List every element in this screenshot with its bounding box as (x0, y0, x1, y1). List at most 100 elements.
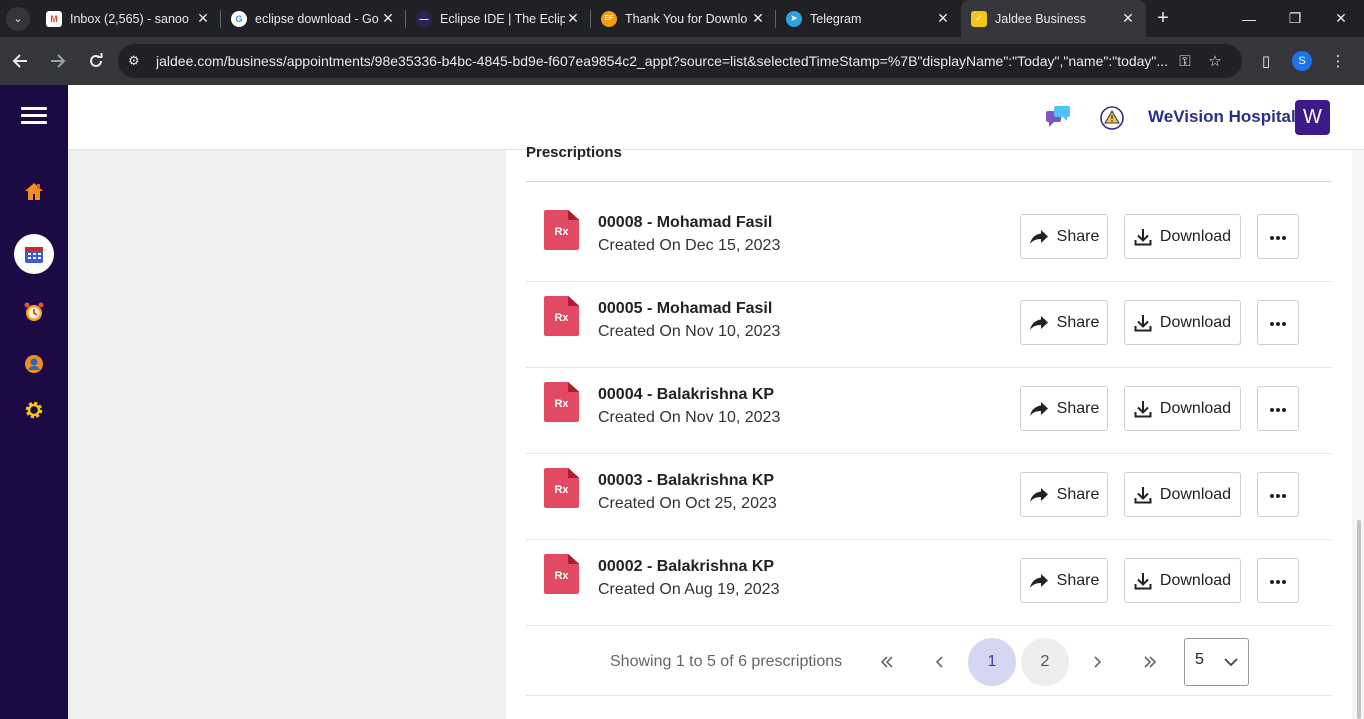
url-text: jaldee.com/business/appointments/98e3533… (156, 53, 1169, 69)
share-label: Share (1056, 485, 1100, 503)
download-label: Download (1159, 399, 1232, 417)
back-arrow-icon[interactable] (2, 43, 38, 79)
download-button[interactable]: Download (1124, 558, 1241, 603)
browser-tab-thankyou[interactable]: EF Thank You for Downlo ✕ (591, 0, 776, 37)
more-horizontal-icon (1269, 486, 1287, 504)
key-icon[interactable]: ⚿ (1170, 53, 1200, 70)
browser-tab-eclipse[interactable]: — Eclipse IDE | The Eclip ✕ (406, 0, 591, 37)
prescription-created-date: Created On Oct 25, 2023 (598, 495, 777, 512)
alert-notification-icon[interactable] (1099, 105, 1125, 136)
browser-tab-gmail[interactable]: M Inbox (2,565) - sanoo ✕ (36, 0, 221, 37)
scrollbar-thumb[interactable] (1357, 520, 1361, 719)
share-icon (1029, 229, 1049, 245)
minimize-icon[interactable]: — (1226, 0, 1272, 37)
side-panel-icon[interactable]: ▯ (1248, 52, 1284, 70)
home-icon[interactable] (0, 181, 68, 203)
prescription-row[interactable]: Rx 00005 - Mohamad Fasil Created On Nov … (526, 282, 1331, 368)
rx-label: Rx (554, 398, 569, 410)
more-options-button[interactable] (1257, 214, 1299, 259)
more-options-button[interactable] (1257, 558, 1299, 603)
profile-avatar[interactable]: S (1292, 51, 1312, 71)
more-options-button[interactable] (1257, 472, 1299, 517)
eclipse-icon: — (416, 10, 432, 27)
last-page-icon[interactable] (1126, 638, 1174, 686)
next-page-icon[interactable] (1073, 638, 1121, 686)
more-horizontal-icon (1269, 572, 1287, 590)
telegram-icon: ➤ (786, 10, 802, 27)
new-tab-plus-icon[interactable]: + (1146, 0, 1180, 37)
share-button[interactable]: Share (1020, 386, 1108, 431)
more-horizontal-icon (1269, 314, 1287, 332)
close-icon[interactable]: ✕ (935, 10, 951, 27)
close-window-icon[interactable]: ✕ (1318, 0, 1364, 37)
calendar-icon (14, 234, 54, 274)
user-profile-icon[interactable] (0, 353, 68, 375)
jaldee-icon: ✓ (971, 10, 987, 27)
alarm-clock-icon[interactable] (0, 301, 68, 323)
browser-tab-google[interactable]: G eclipse download - Go ✕ (221, 0, 406, 37)
close-icon[interactable]: ✕ (565, 10, 581, 27)
forward-arrow-icon[interactable] (40, 43, 76, 79)
prescription-title: 00008 - Mohamad Fasil (598, 214, 773, 231)
prescription-created-date: Created On Dec 15, 2023 (598, 237, 781, 254)
close-icon[interactable]: ✕ (195, 10, 211, 27)
prescription-created-date: Created On Nov 10, 2023 (598, 323, 781, 340)
rx-label: Rx (554, 226, 569, 238)
prescription-row[interactable]: Rx 00004 - Balakrishna KP Created On Nov… (526, 368, 1331, 454)
prescription-row[interactable]: Rx 00008 - Mohamad Fasil Created On Dec … (526, 196, 1331, 282)
download-button[interactable]: Download (1124, 472, 1241, 517)
first-page-icon[interactable] (863, 638, 911, 686)
tab-title: eclipse download - Go (255, 11, 379, 26)
more-horizontal-icon (1269, 228, 1287, 246)
rx-document-icon: Rx (544, 382, 579, 422)
chat-icon[interactable] (1045, 105, 1071, 134)
tab-title: Inbox (2,565) - sanoo (70, 11, 189, 26)
more-options-button[interactable] (1257, 386, 1299, 431)
share-button[interactable]: Share (1020, 472, 1108, 517)
hospital-name[interactable]: WeVision Hospital (1148, 107, 1296, 127)
address-bar[interactable]: ⚙ jaldee.com/business/appointments/98e35… (118, 44, 1242, 78)
prescription-title: 00003 - Balakrishna KP (598, 472, 775, 489)
tab-search-button[interactable]: ⌄ (0, 0, 36, 37)
browser-tabstrip: ⌄ M Inbox (2,565) - sanoo ✕ G eclipse do… (0, 0, 1364, 37)
download-button[interactable]: Download (1124, 214, 1241, 259)
prescription-created-date: Created On Nov 10, 2023 (598, 409, 781, 426)
section-title: Prescriptions (526, 144, 622, 161)
download-button[interactable]: Download (1124, 386, 1241, 431)
chevron-down-icon: ⌄ (6, 6, 30, 31)
hamburger-menu-icon[interactable] (0, 103, 68, 128)
prev-page-icon[interactable] (916, 638, 964, 686)
sidebar-item-appointments[interactable] (0, 234, 68, 274)
browser-tab-jaldee[interactable]: ✓ Jaldee Business ✕ (961, 0, 1146, 37)
restore-icon[interactable]: ❐ (1272, 0, 1318, 37)
prescription-title: 00005 - Mohamad Fasil (598, 300, 773, 317)
share-button[interactable]: Share (1020, 214, 1108, 259)
share-button[interactable]: Share (1020, 558, 1108, 603)
page-1-button[interactable]: 1 (968, 638, 1016, 686)
star-icon[interactable]: ☆ (1200, 52, 1230, 70)
download-icon (1134, 486, 1152, 504)
pagination: Showing 1 to 5 of 6 prescriptions 1 2 5 (526, 638, 1331, 696)
share-label: Share (1056, 227, 1100, 245)
page-2-button[interactable]: 2 (1021, 638, 1069, 686)
close-icon[interactable]: ✕ (750, 10, 766, 27)
settings-gear-icon[interactable] (0, 399, 68, 421)
share-button[interactable]: Share (1020, 300, 1108, 345)
prescription-row[interactable]: Rx 00003 - Balakrishna KP Created On Oct… (526, 454, 1331, 540)
site-settings-icon[interactable]: ⚙ (128, 53, 146, 69)
prescription-row[interactable]: Rx 00002 - Balakrishna KP Created On Aug… (526, 540, 1331, 626)
download-button[interactable]: Download (1124, 300, 1241, 345)
menu-dots-icon[interactable]: ⋮ (1320, 52, 1356, 70)
page-size-select[interactable]: 5 (1184, 638, 1249, 686)
prescription-created-date: Created On Aug 19, 2023 (598, 581, 780, 598)
rx-label: Rx (554, 312, 569, 324)
more-options-button[interactable] (1257, 300, 1299, 345)
download-icon (1134, 228, 1152, 246)
tab-title: Jaldee Business (995, 11, 1087, 26)
browser-tab-telegram[interactable]: ➤ Telegram ✕ (776, 0, 961, 37)
reload-icon[interactable] (78, 43, 114, 79)
account-avatar[interactable]: W (1295, 100, 1330, 135)
download-label: Download (1159, 227, 1232, 245)
close-icon[interactable]: ✕ (380, 10, 396, 27)
close-icon[interactable]: ✕ (1120, 10, 1136, 27)
